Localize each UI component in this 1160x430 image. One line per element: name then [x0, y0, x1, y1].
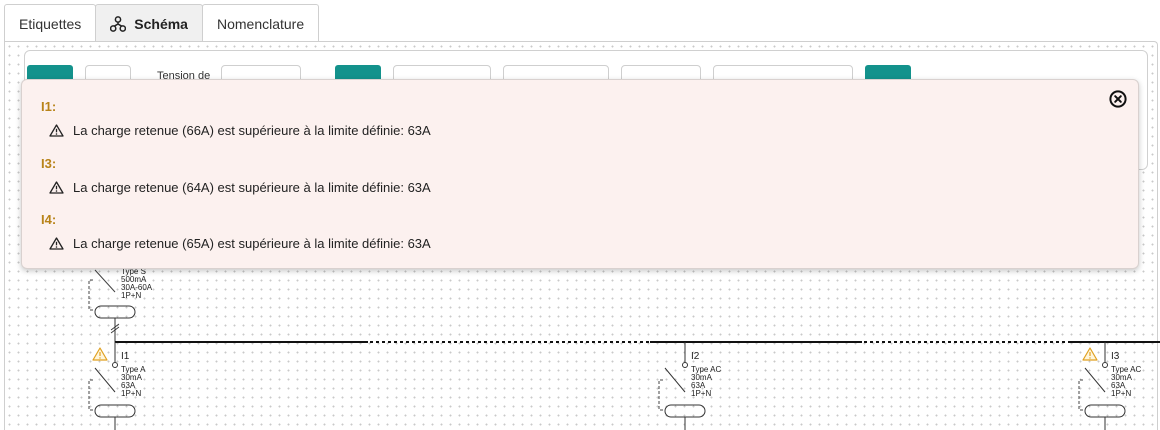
- alert-message-i4: La charge retenue (65A) est supérieure à…: [73, 236, 431, 251]
- alert-group-i1: I1: La charge retenue (66A) est supérieu…: [41, 99, 431, 138]
- circuit-i3-specs: Type AC 30mA 63A 1P+N: [1111, 365, 1142, 398]
- alert-message-row-i3: La charge retenue (64A) est supérieure à…: [41, 180, 431, 195]
- circuit-i1-label[interactable]: I1: [121, 351, 129, 362]
- alert-title-i3: I3:: [41, 156, 57, 171]
- alert-message-row-i1: La charge retenue (66A) est supérieure à…: [41, 123, 431, 138]
- circuit-i2-label[interactable]: I2: [691, 351, 699, 362]
- alert-message-i1: La charge retenue (66A) est supérieure à…: [73, 123, 431, 138]
- alert-group-i3: I3: La charge retenue (64A) est supérieu…: [41, 156, 431, 195]
- alert-message-i3: La charge retenue (64A) est supérieure à…: [73, 180, 431, 195]
- alert-title-i4: I4:: [41, 212, 57, 227]
- alert-title-i1: I1:: [41, 99, 57, 114]
- tab-nomenclature-label: Nomenclature: [216, 15, 305, 32]
- warning-icon: [49, 237, 64, 250]
- tab-bar: Etiquettes Schéma Nomenclature: [4, 4, 320, 42]
- circuit-i3-label[interactable]: I3: [1111, 351, 1119, 362]
- tab-nomenclature[interactable]: Nomenclature: [201, 4, 320, 42]
- head-device-specs: Type S 500mA 30A-60A 1P+N: [121, 267, 153, 300]
- tab-etiquettes-label: Etiquettes: [19, 15, 82, 32]
- warning-icon: [49, 181, 64, 194]
- load-warning-alert: I1: La charge retenue (66A) est supérieu…: [21, 79, 1139, 269]
- tab-etiquettes[interactable]: Etiquettes: [4, 4, 97, 42]
- close-circle-icon[interactable]: [1108, 89, 1128, 109]
- circuit-i2-specs: Type AC 30mA 63A 1P+N: [691, 365, 722, 398]
- alert-message-row-i4: La charge retenue (65A) est supérieure à…: [41, 236, 431, 251]
- circuit-i1-specs: Type A 30mA 63A 1P+N: [121, 365, 146, 398]
- tab-schema-label: Schéma: [134, 15, 188, 32]
- alert-group-i4: I4: La charge retenue (65A) est supérieu…: [41, 212, 431, 251]
- warning-icon: [49, 124, 64, 137]
- schema-network-icon: [110, 15, 127, 32]
- tab-schema[interactable]: Schéma: [95, 4, 203, 42]
